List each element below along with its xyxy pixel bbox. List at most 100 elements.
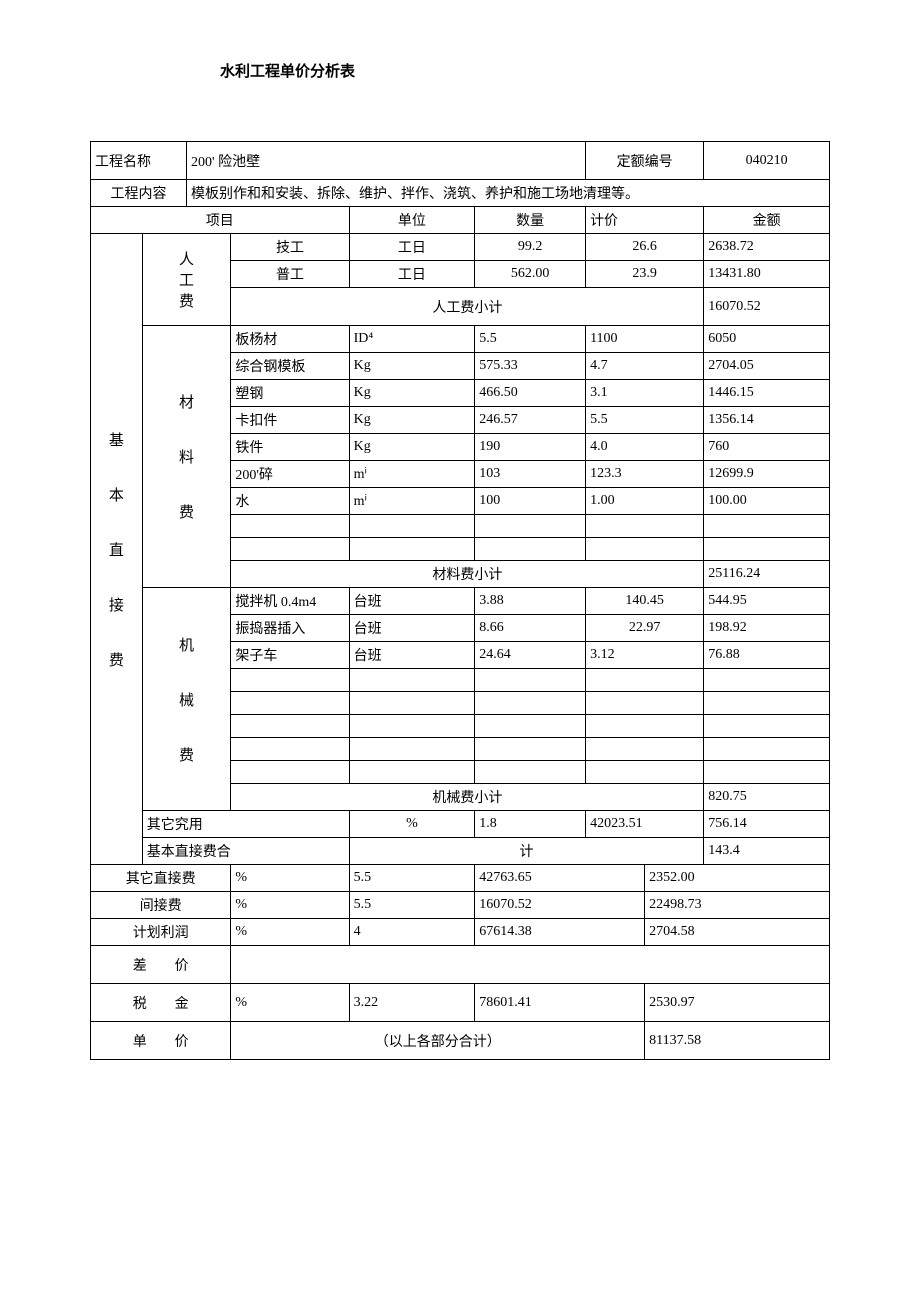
cell: % (231, 892, 349, 919)
material-label: 材 料 费 (142, 326, 231, 588)
empty-cell (231, 761, 349, 784)
cell: 技工 (231, 234, 349, 261)
cell: 562.00 (475, 261, 586, 288)
cell: 工日 (349, 261, 475, 288)
cell: 2352.00 (645, 865, 830, 892)
empty-cell (231, 946, 830, 984)
extra-label: 其它直接费 (91, 865, 231, 892)
cell: 1.00 (586, 488, 704, 515)
col-unit: 单位 (349, 207, 475, 234)
cell: 振捣器插入 (231, 615, 349, 642)
cell: 22498.73 (645, 892, 830, 919)
cell: 198.92 (704, 615, 830, 642)
total-sum-label: （以上各部分合计） (231, 1022, 645, 1060)
cell: % (231, 919, 349, 946)
machine-subtotal: 820.75 (704, 784, 830, 811)
cell: 4 (349, 919, 475, 946)
cell: 2638.72 (704, 234, 830, 261)
empty-cell (231, 669, 349, 692)
cell: 塑钢 (231, 380, 349, 407)
page-title: 水利工程单价分析表 (220, 60, 830, 81)
cell: 100 (475, 488, 586, 515)
cell: 78601.41 (475, 984, 645, 1022)
cell: 台班 (349, 615, 475, 642)
basic-sum-amount: 143.4 (704, 838, 830, 865)
material-subtotal: 25116.24 (704, 561, 830, 588)
col-qty: 数量 (475, 207, 586, 234)
cell: Kg (349, 380, 475, 407)
cell: 16070.52 (475, 892, 645, 919)
cell: 架子车 (231, 642, 349, 669)
col-item: 项目 (91, 207, 350, 234)
cell: Kg (349, 353, 475, 380)
cell: 190 (475, 434, 586, 461)
cell: % (231, 865, 349, 892)
label-proj-name: 工程名称 (91, 142, 187, 180)
cell: 246.57 (475, 407, 586, 434)
basic-sum-label: 基本直接费合 (142, 838, 349, 865)
cell: 5.5 (349, 892, 475, 919)
cell: 2704.05 (704, 353, 830, 380)
label-content: 工程内容 (91, 180, 187, 207)
cell: 5.5 (349, 865, 475, 892)
cell: 466.50 (475, 380, 586, 407)
cell: 13431.80 (704, 261, 830, 288)
cell: 8.66 (475, 615, 586, 642)
extra-label: 间接费 (91, 892, 231, 919)
cell: 台班 (349, 642, 475, 669)
cell: 1356.14 (704, 407, 830, 434)
basic-direct-fee-label: 基 本 直 接 费 (91, 234, 143, 865)
diff-label: 差 价 (91, 946, 231, 984)
cell: 3.1 (586, 380, 704, 407)
cell: 140.45 (586, 588, 704, 615)
cell: % (349, 811, 475, 838)
cell: 1100 (586, 326, 704, 353)
cell: 3.12 (586, 642, 704, 669)
labor-label: 人 工 费 (142, 234, 231, 326)
cell: 工日 (349, 234, 475, 261)
machine-subtotal-label: 机械费小计 (231, 784, 704, 811)
cell: ID⁴ (349, 326, 475, 353)
cell: 水 (231, 488, 349, 515)
cell: 6050 (704, 326, 830, 353)
cell: 5.5 (475, 326, 586, 353)
cell: 板杨材 (231, 326, 349, 353)
cell: 22.97 (586, 615, 704, 642)
labor-subtotal-label: 人工费小计 (231, 288, 704, 326)
empty-cell (231, 515, 349, 538)
cell: 760 (704, 434, 830, 461)
total-amount: 81137.58 (645, 1022, 830, 1060)
basic-sum-ji: 计 (349, 838, 704, 865)
empty-cell (231, 538, 349, 561)
cell: 5.5 (586, 407, 704, 434)
empty-cell (231, 692, 349, 715)
cell: Kg (349, 434, 475, 461)
empty-cell (231, 715, 349, 738)
cell: 12699.9 (704, 461, 830, 488)
cell: 756.14 (704, 811, 830, 838)
cell: mⁱ (349, 461, 475, 488)
cell: 3.22 (349, 984, 475, 1022)
label-quota: 定额编号 (586, 142, 704, 180)
cell: 1446.15 (704, 380, 830, 407)
value-quota: 040210 (704, 142, 830, 180)
cell: 23.9 (586, 261, 704, 288)
material-subtotal-label: 材料费小计 (231, 561, 704, 588)
cell: 2704.58 (645, 919, 830, 946)
col-price: 计价 (586, 207, 704, 234)
empty-cell (231, 738, 349, 761)
cell: 3.88 (475, 588, 586, 615)
cell: 4.0 (586, 434, 704, 461)
cell: 铁件 (231, 434, 349, 461)
extra-label: 计划利润 (91, 919, 231, 946)
cell: 544.95 (704, 588, 830, 615)
cell: 99.2 (475, 234, 586, 261)
cell: 123.3 (586, 461, 704, 488)
cell: 4.7 (586, 353, 704, 380)
cell: mⁱ (349, 488, 475, 515)
value-proj-name: 200' 险池壁 (187, 142, 586, 180)
cell: 200'碎 (231, 461, 349, 488)
cell: 1.8 (475, 811, 586, 838)
cell: 24.64 (475, 642, 586, 669)
cell: 卡扣件 (231, 407, 349, 434)
